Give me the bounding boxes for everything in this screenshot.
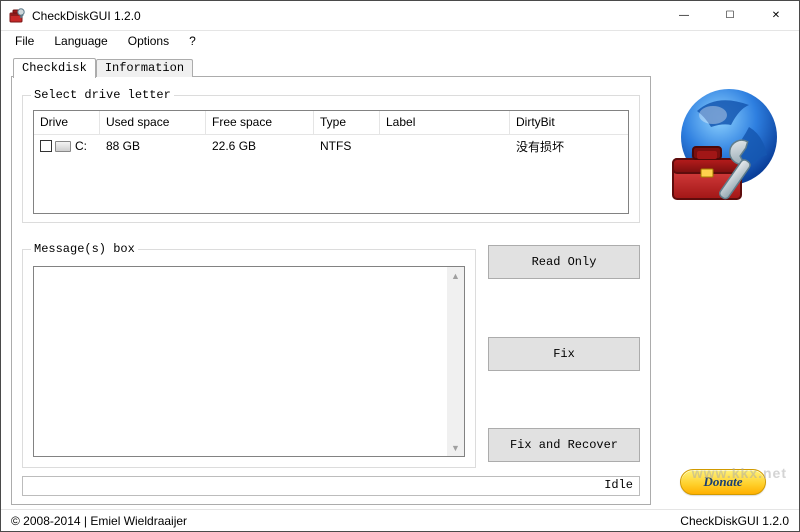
maximize-button[interactable]: ☐	[707, 1, 753, 30]
menu-help[interactable]: ?	[181, 32, 204, 50]
menu-file[interactable]: File	[7, 32, 42, 50]
tab-strip: Checkdisk Information	[13, 57, 651, 77]
close-button[interactable]: ✕	[753, 1, 799, 30]
menubar: File Language Options ?	[1, 31, 799, 51]
scroll-up-icon[interactable]: ▲	[447, 267, 464, 284]
minimize-button[interactable]: —	[661, 1, 707, 30]
scrollbar[interactable]: ▲ ▼	[447, 267, 464, 456]
cell-free: 22.6 GB	[206, 137, 314, 155]
action-buttons: Read Only Fix Fix and Recover	[488, 241, 640, 468]
left-column: Checkdisk Information Select drive lette…	[11, 57, 651, 505]
menu-options[interactable]: Options	[120, 32, 177, 50]
cell-drive: C:	[34, 137, 100, 155]
drive-icon	[55, 141, 71, 152]
right-column: Donate	[651, 57, 789, 505]
app-icon	[9, 8, 25, 24]
upper-region: Checkdisk Information Select drive lette…	[11, 57, 789, 505]
tab-panel-checkdisk: Select drive letter Drive Used space Fre…	[11, 76, 651, 505]
fix-and-recover-button[interactable]: Fix and Recover	[488, 428, 640, 462]
drives-header: Drive Used space Free space Type Label D…	[34, 111, 628, 135]
progress-bar: Idle	[22, 476, 640, 496]
window-title: CheckDiskGUI 1.2.0	[32, 9, 661, 23]
col-used-space[interactable]: Used space	[100, 111, 206, 134]
copyright: © 2008-2014 | Emiel Wieldraaijer	[11, 514, 187, 528]
client-area: Checkdisk Information Select drive lette…	[1, 51, 799, 509]
col-label[interactable]: Label	[380, 111, 510, 134]
globe-toolbox-icon	[659, 81, 787, 209]
group-select-drive: Select drive letter Drive Used space Fre…	[22, 95, 640, 223]
table-row[interactable]: C: 88 GB 22.6 GB NTFS 没有损坏	[34, 135, 628, 157]
donate-button[interactable]: Donate	[680, 469, 766, 495]
tab-information[interactable]: Information	[96, 59, 193, 77]
cell-type: NTFS	[314, 137, 380, 155]
col-free-space[interactable]: Free space	[206, 111, 314, 134]
group-select-drive-legend: Select drive letter	[31, 88, 174, 102]
window-controls: — ☐ ✕	[661, 1, 799, 30]
messages-row: Message(s) box ▲ ▼ Read Only Fix	[22, 241, 640, 468]
fix-button[interactable]: Fix	[488, 337, 640, 371]
col-type[interactable]: Type	[314, 111, 380, 134]
menu-language[interactable]: Language	[46, 32, 115, 50]
col-dirtybit[interactable]: DirtyBit	[510, 111, 628, 134]
minimize-icon: —	[679, 10, 689, 21]
messages-textarea[interactable]: ▲ ▼	[33, 266, 465, 457]
group-messages: Message(s) box ▲ ▼	[22, 249, 476, 468]
progress-status: Idle	[604, 478, 633, 492]
titlebar: CheckDiskGUI 1.2.0 — ☐ ✕	[1, 1, 799, 31]
window-frame: CheckDiskGUI 1.2.0 — ☐ ✕ File Language O…	[0, 0, 800, 532]
group-messages-legend: Message(s) box	[31, 242, 138, 256]
drive-name: C:	[75, 139, 87, 153]
cell-dirty: 没有损坏	[510, 136, 628, 157]
app-version: CheckDiskGUI 1.2.0	[680, 514, 789, 528]
cell-used: 88 GB	[100, 137, 206, 155]
col-drive[interactable]: Drive	[34, 111, 100, 134]
drives-listview[interactable]: Drive Used space Free space Type Label D…	[33, 110, 629, 214]
tab-checkdisk[interactable]: Checkdisk	[13, 58, 96, 78]
cell-label	[380, 144, 510, 148]
maximize-icon: ☐	[726, 10, 735, 21]
statusbar: © 2008-2014 | Emiel Wieldraaijer CheckDi…	[1, 509, 799, 531]
read-only-button[interactable]: Read Only	[488, 245, 640, 279]
close-icon: ✕	[772, 10, 780, 21]
scroll-down-icon[interactable]: ▼	[447, 439, 464, 456]
drive-checkbox[interactable]	[40, 140, 52, 152]
